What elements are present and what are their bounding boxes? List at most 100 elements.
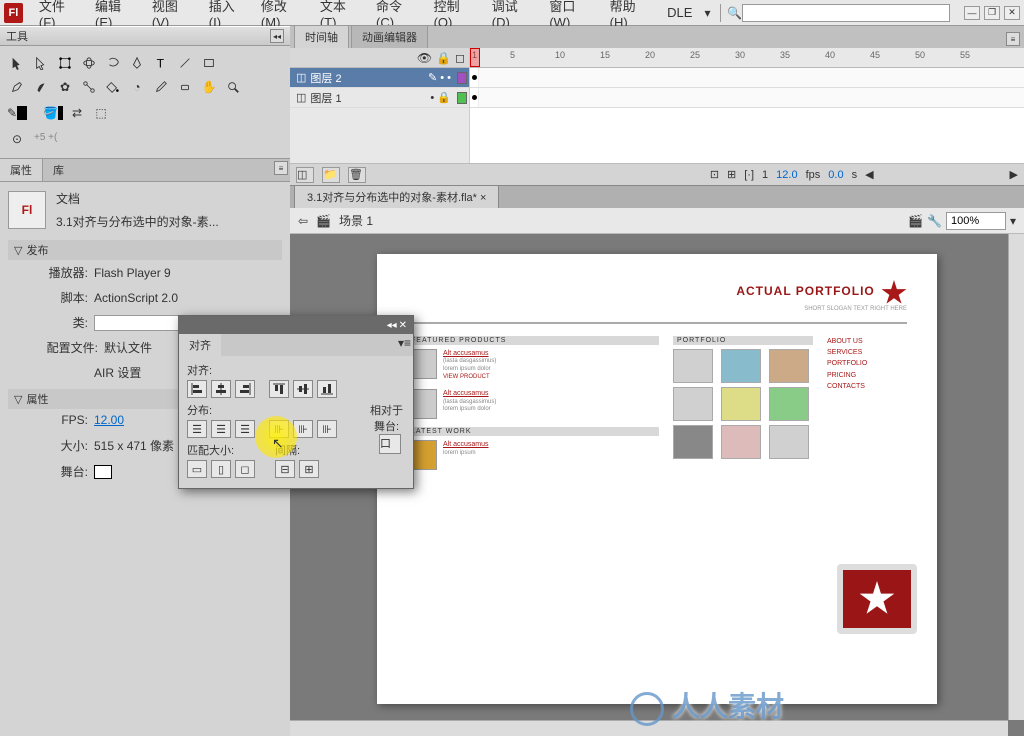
no-color-icon[interactable]: ⬚ (90, 102, 112, 124)
match-width-icon[interactable]: ▭ (187, 460, 207, 478)
tools-panel: T ✿ ◔ ✋ ✎ 🪣 ⇄ ⬚ (0, 46, 290, 159)
playhead[interactable] (470, 48, 480, 67)
frame-ruler[interactable]: 1 5 10 15 20 25 30 35 40 45 50 55 (470, 48, 1024, 68)
align-top-icon[interactable] (269, 380, 289, 398)
tools-panel-header: 工具 ◂◂ (0, 26, 290, 46)
fps-display[interactable]: 12.0 (776, 169, 797, 181)
svg-text:T: T (157, 56, 165, 70)
document-icon: Fl (8, 191, 46, 229)
robot-graphic (797, 544, 937, 704)
stage-canvas[interactable]: ACTUAL PORTFOLIO SHORT SLOGAN TEXT RIGHT… (377, 254, 937, 704)
swap-colors-icon[interactable]: ⇄ (66, 102, 88, 124)
search-input[interactable] (742, 4, 950, 22)
timeline-panel: 时间轴 动画编辑器 ≡ 👁 🔒 ◻ ◫ 图层 2 ✎ • • (290, 26, 1024, 186)
menu-bar: Fl 文件(F) 编辑(E) 视图(V) 插入(I) 修改(M) 文本(T) 命… (0, 0, 1024, 26)
deco-tool[interactable]: ✿ (54, 76, 76, 98)
eyedropper-tool[interactable] (150, 76, 172, 98)
tab-properties[interactable]: 属性 (0, 159, 43, 181)
distribute-bottom-icon[interactable]: ☰ (235, 420, 255, 438)
zoom-input[interactable] (946, 212, 1006, 230)
selection-tool[interactable] (6, 52, 28, 74)
rectangle-tool[interactable] (198, 52, 220, 74)
panel-close-icon[interactable]: ✕ (399, 320, 407, 331)
profile-value: 默认文件 (104, 339, 152, 356)
distribute-hcenter-icon[interactable]: ⊪ (293, 420, 313, 438)
lasso-tool[interactable] (102, 52, 124, 74)
edit-scene-icon[interactable]: 🎬 (908, 214, 923, 228)
distribute-vcenter-icon[interactable]: ☰ (211, 420, 231, 438)
fill-color[interactable]: 🪣 (42, 102, 64, 124)
publish-section-head[interactable]: ▽ 发布 (8, 240, 282, 260)
scene-name[interactable]: 场景 1 (339, 212, 373, 229)
watermark: 人人素材 (630, 685, 784, 726)
fps-value[interactable]: 12.00 (94, 413, 124, 427)
window-restore[interactable]: ❐ (984, 6, 1000, 20)
outline-icon[interactable]: ◻ (455, 51, 465, 65)
layer-icon: ◫ (296, 71, 306, 84)
menu-dle[interactable]: DLE (659, 2, 700, 23)
onion-skin-icon[interactable]: ⊡ (710, 168, 719, 181)
stroke-color[interactable]: ✎ (6, 102, 28, 124)
stage-color-swatch[interactable] (94, 465, 112, 479)
distribute-top-icon[interactable]: ☰ (187, 420, 207, 438)
vertical-scrollbar[interactable] (1008, 234, 1024, 720)
align-left-icon[interactable] (187, 380, 207, 398)
portfolio-title: ACTUAL PORTFOLIO (736, 284, 874, 298)
zoom-tool[interactable] (222, 76, 244, 98)
zoom-dropdown-icon[interactable]: ▾ (1010, 214, 1016, 228)
pencil-tool[interactable] (6, 76, 28, 98)
paint-bucket-tool[interactable] (102, 76, 124, 98)
text-tool[interactable]: T (150, 52, 172, 74)
delete-layer-button[interactable]: 🗑 (348, 167, 366, 183)
layer-icon: ◫ (296, 91, 306, 104)
lock-icon[interactable]: 🔒 (436, 51, 451, 65)
align-right-icon[interactable] (235, 380, 255, 398)
layer-row-1[interactable]: ◫ 图层 1 • 🔒 (290, 88, 469, 108)
tab-motion-editor[interactable]: 动画编辑器 (351, 25, 428, 48)
snap-icon[interactable]: ⊙ (6, 128, 28, 150)
new-folder-button[interactable]: 📁 (322, 167, 340, 183)
edit-symbol-icon[interactable]: 🔧 (927, 214, 942, 228)
visibility-icon[interactable]: 👁 (417, 51, 432, 65)
class-input[interactable] (94, 315, 184, 331)
onion-outline-icon[interactable]: ⊞ (727, 168, 736, 181)
panel-menu-icon[interactable]: ≡ (274, 161, 288, 175)
panel-collapse-icon[interactable]: ◂◂ (270, 29, 284, 43)
panel-menu-icon[interactable]: ▾≡ (398, 336, 411, 350)
hand-tool[interactable]: ✋ (198, 76, 220, 98)
line-tool[interactable] (174, 52, 196, 74)
tab-timeline[interactable]: 时间轴 (294, 25, 349, 48)
window-minimize[interactable]: — (964, 6, 980, 20)
brush-tool[interactable] (30, 76, 52, 98)
free-transform-tool[interactable] (54, 52, 76, 74)
timeline-menu-icon[interactable]: ≡ (1006, 32, 1020, 46)
document-tab[interactable]: 3.1对齐与分布选中的对象-素材.fla* × (294, 185, 499, 208)
eraser-tool[interactable] (174, 76, 196, 98)
space-horizontal-icon[interactable]: ⊞ (299, 460, 319, 478)
match-both-icon[interactable]: ◻ (235, 460, 255, 478)
3d-rotation-tool[interactable] (78, 52, 100, 74)
align-tab[interactable]: 对齐 (179, 334, 221, 356)
align-vcenter-icon[interactable] (293, 380, 313, 398)
ink-bottle-tool[interactable]: ◔ (126, 76, 148, 98)
bone-tool[interactable] (78, 76, 100, 98)
air-settings[interactable]: AIR 设置 (94, 364, 141, 381)
subselection-tool[interactable] (30, 52, 52, 74)
window-close[interactable]: ✕ (1004, 6, 1020, 20)
align-panel: ◂◂ ✕ 对齐 ▾≡ 对齐: 相对于 舞台: 口 分布: ☰ ☰ (178, 315, 414, 489)
space-vertical-icon[interactable]: ⊟ (275, 460, 295, 478)
flower-logo-icon (881, 280, 907, 306)
app-icon: Fl (4, 3, 23, 23)
tab-library[interactable]: 库 (43, 159, 74, 181)
distribute-right-icon[interactable]: ⊪ (317, 420, 337, 438)
align-bottom-icon[interactable] (317, 380, 337, 398)
to-stage-button[interactable]: 口 (379, 434, 401, 454)
align-panel-titlebar[interactable]: ◂◂ ✕ (179, 316, 413, 334)
panel-collapse-icon[interactable]: ◂◂ (387, 320, 397, 331)
new-layer-button[interactable]: ◫ (296, 167, 314, 183)
pen-tool[interactable] (126, 52, 148, 74)
layer-row-2[interactable]: ◫ 图层 2 ✎ • • (290, 68, 469, 88)
align-hcenter-icon[interactable] (211, 380, 231, 398)
match-height-icon[interactable]: ▯ (211, 460, 231, 478)
back-icon[interactable]: ⇦ (298, 214, 308, 228)
